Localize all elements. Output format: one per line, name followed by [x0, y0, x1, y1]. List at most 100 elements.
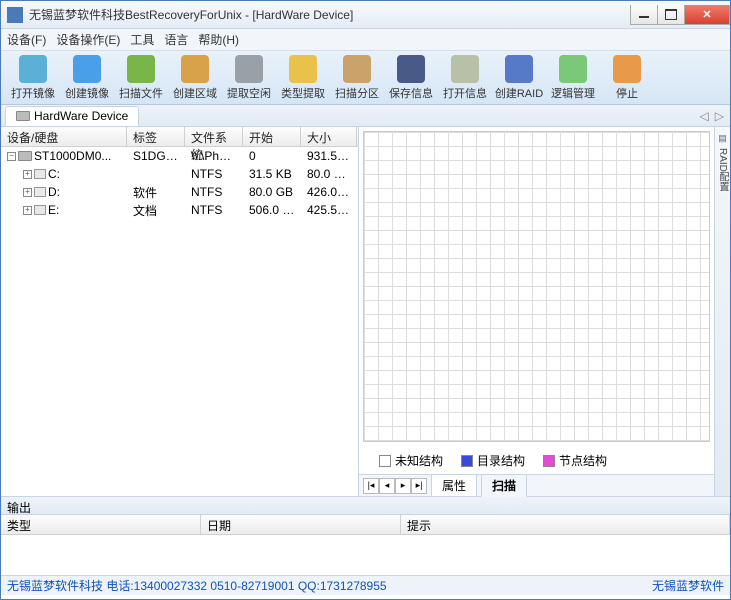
output-col-type[interactable]: 类型 — [1, 515, 201, 534]
menu-device[interactable]: 设备(F) — [7, 31, 46, 48]
toolbar-停止[interactable]: 停止 — [601, 53, 653, 103]
close-button[interactable] — [684, 5, 730, 25]
device-icon — [16, 111, 30, 121]
toolbar-扫描分区[interactable]: 扫描分区 — [331, 53, 383, 103]
tab-nav-prev[interactable]: ◁ — [698, 109, 711, 123]
legend: 未知结构 目录结构 节点结构 — [359, 446, 714, 474]
toolbar-label: 创建区域 — [173, 85, 217, 101]
tab-properties[interactable]: 属性 — [431, 474, 477, 497]
drive-icon — [34, 187, 46, 197]
toolbar-label: 类型提取 — [281, 85, 325, 101]
disk-start: 0 — [243, 149, 301, 163]
tree-row-partition[interactable]: +D:软件NTFS80.0 GB426.0 GB — [1, 183, 358, 201]
status-right-link[interactable]: 无锡蓝梦软件 — [652, 577, 724, 594]
window-title: 无锡蓝梦软件科技BestRecoveryForUnix - [HardWare … — [29, 6, 631, 23]
swatch-unknown — [379, 455, 391, 467]
disk-size: 931.5 GB — [301, 149, 357, 163]
toolbar-打开信息[interactable]: 打开信息 — [439, 53, 491, 103]
swatch-dir — [461, 455, 473, 467]
toolbar-icon — [127, 55, 155, 83]
col-filesystem[interactable]: 文件系统 — [185, 127, 243, 146]
toolbar-icon — [397, 55, 425, 83]
menu-device-ops[interactable]: 设备操作(E) — [56, 31, 120, 48]
toolbar-label: 提取空闲 — [227, 85, 271, 101]
menu-language[interactable]: 语言 — [164, 31, 188, 48]
toolbar-icon — [505, 55, 533, 83]
legend-node: 节点结构 — [559, 454, 607, 468]
menu-help[interactable]: 帮助(H) — [198, 31, 239, 48]
right-footer: |◂ ◂ ▸ ▸| 属性 扫描 — [359, 474, 714, 496]
sector-map[interactable] — [363, 131, 710, 442]
col-start[interactable]: 开始 — [243, 127, 301, 146]
toolbar-label: 逻辑管理 — [551, 85, 595, 101]
expander-icon[interactable]: − — [7, 152, 16, 161]
disk-icon — [18, 151, 32, 161]
tree-row-disk[interactable]: − ST1000DM0... S1DGDK... \\.\Physi... 0 … — [1, 147, 358, 165]
toolbar-icon — [235, 55, 263, 83]
menu-tools[interactable]: 工具 — [130, 31, 154, 48]
toolbar-逻辑管理[interactable]: 逻辑管理 — [547, 53, 599, 103]
toolbar-保存信息[interactable]: 保存信息 — [385, 53, 437, 103]
toolbar-打开镜像[interactable]: 打开镜像 — [7, 53, 59, 103]
toolbar-提取空闲[interactable]: 提取空闲 — [223, 53, 275, 103]
menu-bar: 设备(F) 设备操作(E) 工具 语言 帮助(H) — [1, 29, 730, 51]
partition-fs: NTFS — [185, 203, 243, 217]
toolbar-label: 创建镜像 — [65, 85, 109, 101]
expander-icon[interactable]: + — [23, 206, 32, 215]
legend-dir: 目录结构 — [477, 454, 525, 468]
toolbar-创建RAID[interactable]: 创建RAID — [493, 53, 545, 103]
tab-hardware-device[interactable]: HardWare Device — [5, 106, 139, 126]
toolbar-创建镜像[interactable]: 创建镜像 — [61, 53, 113, 103]
nav-last[interactable]: ▸| — [411, 478, 427, 494]
toolbar-icon — [343, 55, 371, 83]
partition-start: 31.5 KB — [243, 167, 301, 181]
side-panel[interactable]: ▤ RAID配置 — [714, 127, 730, 496]
side-panel-pin-icon[interactable]: ▤ — [718, 133, 727, 144]
toolbar-label: 停止 — [616, 85, 638, 101]
toolbar-label: 扫描分区 — [335, 85, 379, 101]
expander-icon[interactable]: + — [23, 170, 32, 179]
output-columns: 类型 日期 提示 — [1, 515, 730, 535]
toolbar-icon — [289, 55, 317, 83]
col-device[interactable]: 设备/硬盘 — [1, 127, 127, 146]
nav-first[interactable]: |◂ — [363, 478, 379, 494]
toolbar-label: 创建RAID — [495, 85, 543, 101]
expander-icon[interactable]: + — [23, 188, 32, 197]
tree-body[interactable]: − ST1000DM0... S1DGDK... \\.\Physi... 0 … — [1, 147, 358, 496]
maximize-button[interactable] — [657, 5, 685, 25]
partition-name: D: — [48, 185, 60, 199]
tree-row-partition[interactable]: +E:文档NTFS506.0 GB425.5 GB — [1, 201, 358, 219]
toolbar-icon — [19, 55, 47, 83]
toolbar-类型提取[interactable]: 类型提取 — [277, 53, 329, 103]
partition-size: 426.0 GB — [301, 185, 357, 199]
toolbar-label: 扫描文件 — [119, 85, 163, 101]
toolbar-扫描文件[interactable]: 扫描文件 — [115, 53, 167, 103]
nav-next[interactable]: ▸ — [395, 478, 411, 494]
toolbar-icon — [73, 55, 101, 83]
partition-label: 软件 — [127, 184, 185, 201]
minimize-button[interactable] — [630, 5, 658, 25]
tab-nav-next[interactable]: ▷ — [713, 109, 726, 123]
toolbar-icon — [451, 55, 479, 83]
col-label[interactable]: 标签 — [127, 127, 185, 146]
tree-row-partition[interactable]: +C:NTFS31.5 KB80.0 GB — [1, 165, 358, 183]
main-split: 设备/硬盘 标签 文件系统 开始 大小 − ST1000DM0... S1DGD… — [1, 127, 730, 497]
toolbar-创建区域[interactable]: 创建区域 — [169, 53, 221, 103]
status-bar: 无锡蓝梦软件科技 电话:13400027332 0510-82719001 QQ… — [1, 575, 730, 595]
side-panel-label: RAID配置 — [715, 148, 730, 192]
output-body[interactable] — [1, 535, 730, 575]
nav-prev[interactable]: ◂ — [379, 478, 395, 494]
partition-name: C: — [48, 167, 60, 181]
status-left-link[interactable]: 无锡蓝梦软件科技 电话:13400027332 0510-82719001 QQ… — [7, 577, 387, 594]
col-size[interactable]: 大小 — [301, 127, 357, 146]
disk-fs: \\.\Physi... — [185, 149, 243, 163]
tab-nav-arrows: ◁ ▷ — [698, 109, 730, 123]
output-col-date[interactable]: 日期 — [201, 515, 401, 534]
toolbar-icon — [181, 55, 209, 83]
sector-map-pane: 未知结构 目录结构 节点结构 |◂ ◂ ▸ ▸| 属性 扫描 — [359, 127, 714, 496]
tab-scan[interactable]: 扫描 — [481, 474, 527, 497]
device-tree-pane: 设备/硬盘 标签 文件系统 开始 大小 − ST1000DM0... S1DGD… — [1, 127, 359, 496]
title-bar: 无锡蓝梦软件科技BestRecoveryForUnix - [HardWare … — [1, 1, 730, 29]
toolbar-icon — [613, 55, 641, 83]
output-col-msg[interactable]: 提示 — [401, 515, 730, 534]
